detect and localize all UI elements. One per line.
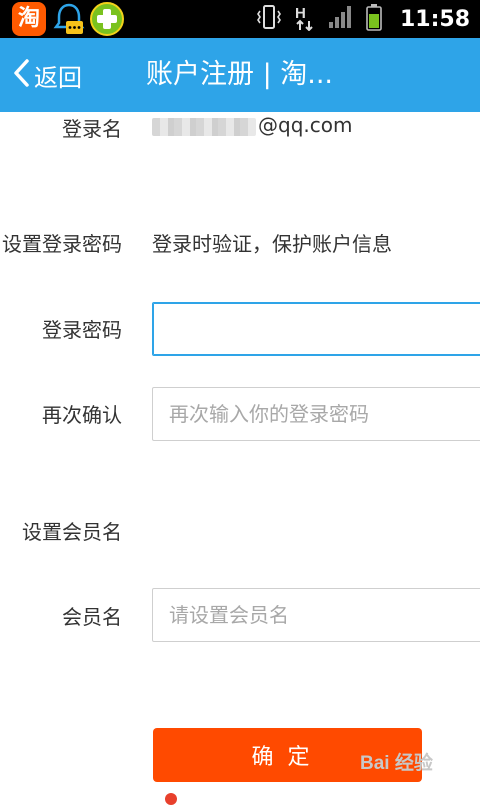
set-password-section-label: 设置登录密码 <box>2 232 122 256</box>
confirm-password-label: 再次确认 <box>42 403 122 427</box>
password-input[interactable] <box>152 302 480 356</box>
network-type-icon: H <box>294 3 316 35</box>
vibrate-icon <box>256 3 282 35</box>
status-clock: 11:58 <box>399 6 470 32</box>
svg-text:H: H <box>295 5 306 22</box>
set-password-hint: 登录时验证，保护账户信息 <box>152 232 392 256</box>
taobao-app-icon: 淘 <box>12 2 46 36</box>
status-bar: 淘 H 11:58 <box>0 0 480 38</box>
set-member-section-label: 设置会员名 <box>22 520 122 544</box>
signal-strength-icon <box>328 5 354 33</box>
chevron-left-icon <box>12 58 30 92</box>
member-name-input[interactable] <box>152 588 480 642</box>
login-name-value: @qq.com <box>152 113 352 137</box>
qq-notification-icon <box>52 2 86 36</box>
login-name-label: 登录名 <box>62 117 122 141</box>
back-label: 返回 <box>34 63 82 92</box>
confirm-password-input[interactable] <box>152 387 480 441</box>
password-label: 登录密码 <box>42 318 122 342</box>
back-button[interactable]: 返回 <box>12 38 82 112</box>
watermark: Bai 经验 <box>360 753 433 774</box>
security-app-icon <box>90 2 124 36</box>
member-name-label: 会员名 <box>62 605 122 629</box>
title-bar: 返回 账户注册 | 淘... <box>0 38 480 112</box>
page-title: 账户注册 | 淘... <box>146 59 334 90</box>
login-name-domain: @qq.com <box>258 113 353 137</box>
battery-icon <box>366 3 382 35</box>
redacted-username <box>152 117 256 136</box>
error-indicator-icon <box>165 793 177 805</box>
